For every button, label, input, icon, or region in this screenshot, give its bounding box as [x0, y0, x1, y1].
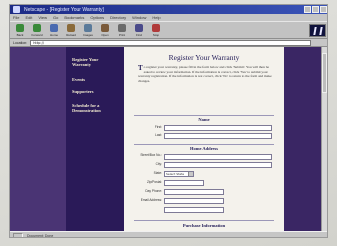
menu-window[interactable]: Window: [132, 15, 146, 20]
menu-edit[interactable]: Edit: [25, 15, 32, 20]
nav-item-register-warranty[interactable]: Register Your Warranty: [72, 57, 118, 67]
scrollbar-thumb[interactable]: [322, 53, 327, 93]
nav-item-supporters[interactable]: Supporters: [72, 89, 118, 94]
state-label: State:: [153, 171, 162, 175]
intro-dropcap: T: [138, 64, 143, 72]
email-confirm-input[interactable]: [164, 207, 224, 213]
home-icon: [50, 24, 58, 32]
security-icon: [13, 232, 23, 237]
browser-window: Netscape - [Register Your Warranty] File…: [9, 4, 328, 238]
page-content: Register Your Warranty Events Supporters…: [10, 47, 323, 231]
images-icon: [84, 24, 92, 32]
toolbar: Back Forward Home Reload Images Open Pri…: [10, 21, 327, 39]
divider: [134, 115, 274, 116]
right-margin: [284, 47, 323, 231]
reload-icon: [67, 24, 75, 32]
city-input[interactable]: [164, 162, 272, 168]
day-phone-input[interactable]: [164, 189, 224, 195]
state-select[interactable]: Select State: [164, 171, 194, 177]
zip-input[interactable]: [164, 180, 204, 186]
print-icon: [118, 24, 126, 32]
intro-paragraph: To register your warranty, please fill i…: [138, 65, 272, 83]
location-label: Location:: [13, 40, 28, 45]
section-name-heading: Name: [198, 117, 210, 122]
home-button[interactable]: Home: [47, 24, 61, 38]
menu-bar: File Edit View Go Bookmarks Options Dire…: [10, 14, 327, 21]
location-bar: Location: http://: [10, 39, 327, 47]
reload-button[interactable]: Reload: [64, 24, 78, 38]
browser-app-icon: [13, 6, 20, 13]
open-icon: [101, 24, 109, 32]
last-name-input[interactable]: [164, 133, 272, 139]
email-label: Email Address:: [140, 198, 162, 202]
menu-help[interactable]: Help: [152, 15, 160, 20]
forward-arrow-icon: [33, 24, 41, 32]
zip-label: Zip/Postal:: [146, 180, 162, 184]
stop-icon: [152, 24, 160, 32]
first-name-input[interactable]: [164, 125, 272, 131]
nav-item-schedule-demo[interactable]: Schedule for a Demonstration: [72, 103, 118, 113]
close-button[interactable]: [320, 6, 327, 13]
page-title: Register Your Warranty: [168, 53, 240, 62]
section-home-address-heading: Home Address: [189, 146, 219, 151]
intro-text: o register your warranty, please fill in…: [138, 65, 272, 83]
minimize-button[interactable]: [304, 6, 311, 13]
forward-button[interactable]: Forward: [30, 24, 44, 38]
menu-file[interactable]: File: [13, 15, 19, 20]
divider: [134, 144, 274, 145]
find-button[interactable]: Find: [132, 24, 146, 38]
location-input[interactable]: http://: [30, 39, 311, 46]
window-title: Netscape - [Register Your Warranty]: [24, 6, 104, 13]
site-sidebar: Register Your Warranty Events Supporters…: [66, 47, 124, 231]
back-button[interactable]: Back: [13, 24, 27, 38]
email-input[interactable]: [164, 198, 224, 204]
left-margin: [10, 47, 66, 231]
open-button[interactable]: Open: [98, 24, 112, 38]
menu-options[interactable]: Options: [90, 15, 104, 20]
status-text: Document: Done: [27, 233, 54, 238]
find-icon: [135, 24, 143, 32]
back-arrow-icon: [16, 24, 24, 32]
monitor-bezel: Netscape - [Register Your Warranty] File…: [0, 0, 337, 246]
netscape-n-icon: [312, 26, 323, 35]
maximize-button[interactable]: [312, 6, 319, 13]
menu-view[interactable]: View: [38, 15, 47, 20]
street-input[interactable]: [164, 154, 272, 160]
day-phone-label: Day Phone:: [145, 189, 162, 193]
stop-button[interactable]: Stop: [149, 24, 163, 38]
menu-go[interactable]: Go: [53, 15, 58, 20]
section-purchase-heading: Purchase Information: [182, 223, 226, 228]
print-button[interactable]: Print: [115, 24, 129, 38]
menu-directory[interactable]: Directory: [110, 15, 126, 20]
status-bar: Document: Done: [10, 231, 327, 238]
divider: [134, 220, 274, 221]
images-button[interactable]: Images: [81, 24, 95, 38]
menu-bookmarks[interactable]: Bookmarks: [64, 15, 84, 20]
vertical-scrollbar[interactable]: [321, 47, 327, 231]
street-label: Street/Box No.:: [140, 153, 162, 157]
title-bar: Netscape - [Register Your Warranty]: [10, 5, 327, 14]
window-controls: [304, 6, 327, 13]
city-label: City:: [155, 162, 162, 166]
last-name-label: Last:: [155, 133, 162, 137]
nav-item-events[interactable]: Events: [72, 77, 118, 82]
browser-logo: [309, 24, 326, 37]
warranty-form-panel: Register Your Warranty To register your …: [124, 47, 284, 231]
first-name-label: First:: [154, 125, 162, 129]
